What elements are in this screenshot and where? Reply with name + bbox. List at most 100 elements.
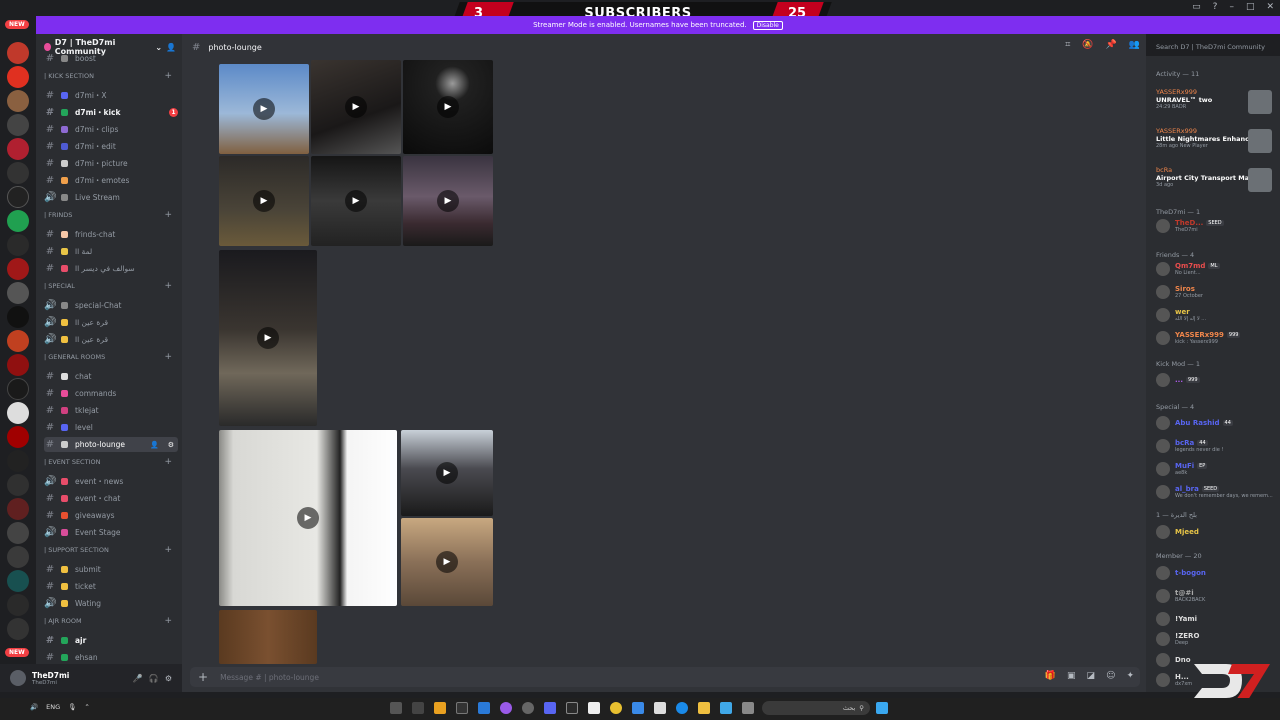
play-icon[interactable]: ▶ bbox=[436, 551, 458, 573]
folder-icon[interactable] bbox=[698, 702, 710, 714]
channel-settings-icon[interactable]: ⚙ bbox=[168, 441, 174, 449]
channel-item[interactable]: # level bbox=[44, 420, 178, 435]
video-thumbnail[interactable]: ▶ bbox=[219, 430, 397, 606]
channel-item[interactable]: # d7mi・X bbox=[44, 88, 178, 103]
play-icon[interactable]: ▶ bbox=[437, 190, 459, 212]
video-thumbnail[interactable]: ▶ bbox=[401, 430, 493, 516]
member-item[interactable]: ... 999 bbox=[1156, 370, 1276, 390]
server-icon[interactable] bbox=[7, 426, 29, 448]
invite-icon[interactable]: 👤 bbox=[150, 441, 159, 449]
video-thumbnail[interactable]: ▶ bbox=[219, 64, 309, 154]
channel-category[interactable]: | AJR ROOM + bbox=[44, 615, 178, 627]
mic-icon[interactable]: 🎤 bbox=[133, 674, 143, 683]
app-icon[interactable] bbox=[566, 702, 578, 714]
server-icon[interactable] bbox=[7, 162, 29, 184]
app-icon[interactable] bbox=[412, 702, 424, 714]
volume-icon[interactable]: 🔊 bbox=[30, 703, 38, 711]
play-icon[interactable]: ▶ bbox=[345, 96, 367, 118]
settings-gear-icon[interactable]: ⚙ bbox=[165, 674, 172, 683]
channel-category[interactable]: | KICK SECTION + bbox=[44, 70, 178, 82]
channel-item[interactable]: # frinds-chat bbox=[44, 227, 178, 242]
video-thumbnail[interactable]: ▶ bbox=[403, 156, 493, 246]
channel-item[interactable]: # submit bbox=[44, 562, 178, 577]
video-thumbnail[interactable]: ▶ bbox=[401, 518, 493, 606]
server-icon[interactable] bbox=[7, 306, 29, 328]
member-item[interactable]: YASSERx999 999 kick : Yasserx999 bbox=[1156, 328, 1276, 348]
play-icon[interactable]: ▶ bbox=[257, 327, 279, 349]
server-icon[interactable] bbox=[7, 450, 29, 472]
channel-item[interactable]: # boost bbox=[44, 51, 178, 66]
close-icon[interactable]: ✕ bbox=[1266, 2, 1274, 12]
server-icon[interactable] bbox=[7, 618, 29, 640]
channel-item[interactable]: 🔊 special-Chat bbox=[44, 298, 178, 313]
add-channel-icon[interactable]: + bbox=[164, 210, 172, 220]
channel-category[interactable]: | EVENT SECTION + bbox=[44, 456, 178, 468]
channel-item[interactable]: # chat bbox=[44, 369, 178, 384]
channel-item[interactable]: # ajr bbox=[44, 633, 178, 648]
server-icon[interactable] bbox=[7, 498, 29, 520]
member-item[interactable]: Qm7md ML No Lient... bbox=[1156, 259, 1276, 279]
play-icon[interactable]: ▶ bbox=[436, 462, 458, 484]
channel-item[interactable]: # d7mi・clips bbox=[44, 122, 178, 137]
channel-item[interactable]: 🔊 Event Stage bbox=[44, 525, 178, 540]
channel-item[interactable]: # d7mi・emotes bbox=[44, 173, 178, 188]
play-icon[interactable]: ▶ bbox=[297, 507, 319, 529]
channel-item[interactable]: # commands bbox=[44, 386, 178, 401]
mute-icon[interactable]: 🔕 bbox=[1082, 40, 1093, 50]
server-icon[interactable] bbox=[7, 186, 29, 208]
channel-item[interactable]: # photo-lounge 👤 ⚙ bbox=[44, 437, 178, 452]
app-icon[interactable] bbox=[654, 702, 666, 714]
channel-item[interactable]: # d7mi・edit bbox=[44, 139, 178, 154]
play-icon[interactable]: ▶ bbox=[437, 96, 459, 118]
member-item[interactable]: bcRa 44 legends never die ! bbox=[1156, 436, 1276, 456]
threads-icon[interactable]: ⌗ bbox=[1065, 40, 1070, 50]
server-icon[interactable] bbox=[7, 210, 29, 232]
channel-item[interactable]: # ehsan bbox=[44, 650, 178, 665]
server-icon[interactable] bbox=[7, 42, 29, 64]
app-icon[interactable] bbox=[434, 702, 446, 714]
server-icon[interactable] bbox=[7, 546, 29, 568]
member-item[interactable]: Siros 27 October bbox=[1156, 282, 1276, 302]
headphones-icon[interactable]: 🎧 bbox=[149, 674, 159, 683]
add-channel-icon[interactable]: + bbox=[164, 71, 172, 81]
apps-icon[interactable]: ✦ bbox=[1126, 671, 1134, 681]
add-channel-icon[interactable]: + bbox=[164, 352, 172, 362]
server-icon[interactable] bbox=[7, 522, 29, 544]
member-item[interactable]: !Yami bbox=[1156, 609, 1276, 629]
channel-item[interactable]: # event・chat bbox=[44, 491, 178, 506]
server-icon[interactable] bbox=[7, 474, 29, 496]
member-item[interactable]: TheD... SEED TheD7mi bbox=[1156, 216, 1276, 236]
server-icon[interactable] bbox=[7, 570, 29, 592]
server-icon[interactable] bbox=[7, 378, 29, 400]
search-input[interactable]: Search D7 | TheD7mi Community bbox=[1152, 40, 1274, 54]
add-channel-icon[interactable]: + bbox=[164, 545, 172, 555]
app-icon[interactable] bbox=[632, 702, 644, 714]
channel-category[interactable]: | FRINDS + bbox=[44, 209, 178, 221]
channel-item[interactable]: # giveaways bbox=[44, 508, 178, 523]
video-thumbnail[interactable]: ▶ bbox=[219, 250, 317, 426]
message-composer[interactable]: + Message # | photo-lounge bbox=[190, 667, 1140, 687]
channel-category[interactable]: | SPECIAL + bbox=[44, 280, 178, 292]
app-icon[interactable] bbox=[742, 702, 754, 714]
channel-category[interactable]: | SUPPORT SECTION + bbox=[44, 544, 178, 556]
app-icon[interactable] bbox=[522, 702, 534, 714]
channel-item[interactable]: 🔊 Wating bbox=[44, 596, 178, 611]
channel-item[interactable]: # ticket bbox=[44, 579, 178, 594]
server-icon[interactable] bbox=[7, 258, 29, 280]
help-icon[interactable]: ? bbox=[1213, 2, 1218, 12]
minimize-icon[interactable]: – bbox=[1229, 2, 1234, 12]
member-item[interactable]: MuFi EP ae8k bbox=[1156, 459, 1276, 479]
member-item[interactable]: wer لا إله إلا الله ... bbox=[1156, 305, 1276, 325]
video-thumbnail[interactable]: ▶ bbox=[311, 60, 401, 154]
member-item[interactable]: Abu Rashid 44 bbox=[1156, 413, 1276, 433]
chevron-up-icon[interactable]: ⌃ bbox=[84, 703, 89, 711]
activity-card[interactable]: YASSERx999 UNRAVEL™ two 24:29 BADR bbox=[1156, 88, 1272, 120]
channel-item[interactable]: 🔊 قرة عين اا bbox=[44, 332, 178, 347]
channel-item[interactable]: # tklejat bbox=[44, 403, 178, 418]
channel-category[interactable]: | GENERAL ROOMS + bbox=[44, 351, 178, 363]
add-attachment-icon[interactable]: + bbox=[198, 670, 208, 684]
server-icon[interactable] bbox=[7, 354, 29, 376]
channel-item[interactable]: # لمة اا bbox=[44, 244, 178, 259]
pin-icon[interactable]: 📌 bbox=[1106, 40, 1117, 50]
maximize-icon[interactable]: □ bbox=[1246, 2, 1255, 12]
